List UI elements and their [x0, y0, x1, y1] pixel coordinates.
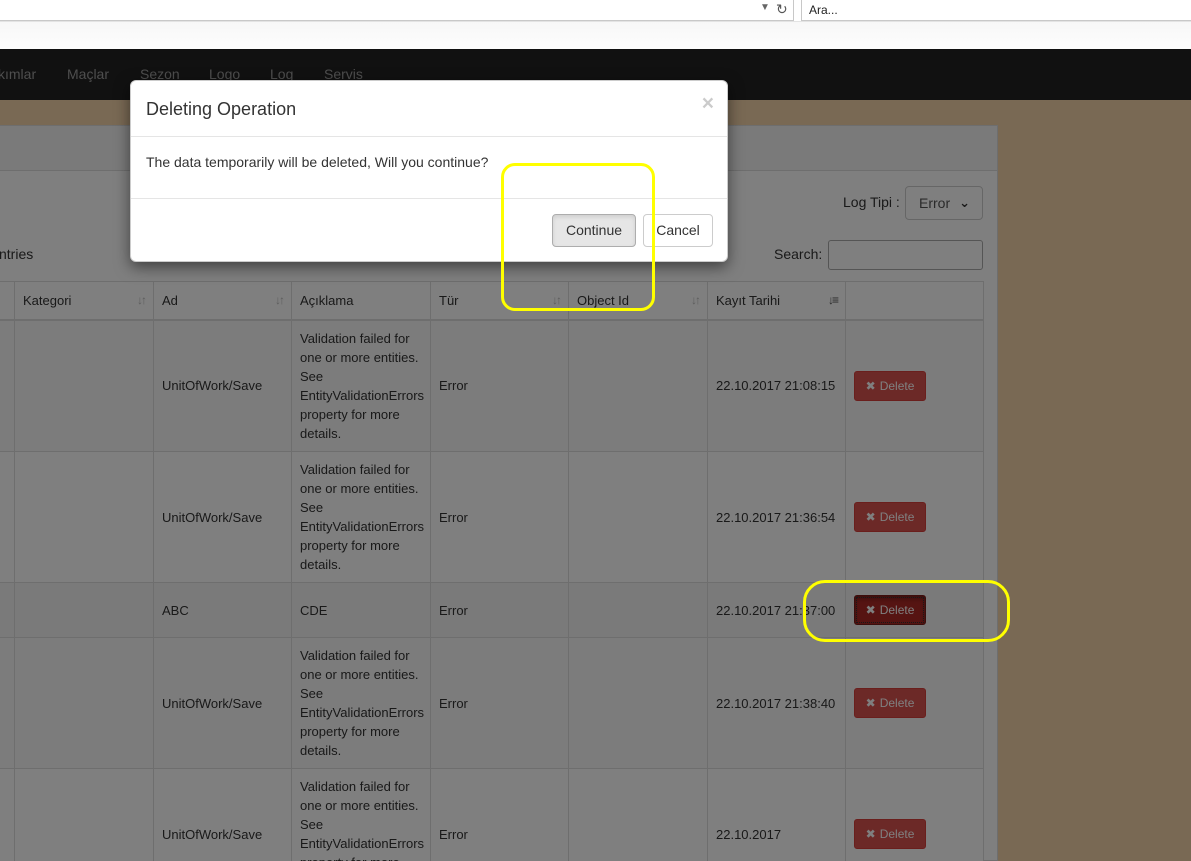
browser-search-field[interactable]: Ara...: [801, 0, 1191, 21]
browser-tab-strip: [0, 22, 1191, 49]
highlight-continue-annotation: [501, 163, 655, 311]
reload-icon[interactable]: ↻: [776, 1, 788, 18]
modal-header: Deleting Operation ×: [131, 81, 727, 137]
modal-title: Deleting Operation: [146, 99, 297, 119]
address-bar[interactable]: [0, 0, 794, 21]
highlight-delete-annotation: [803, 580, 1010, 642]
close-icon[interactable]: ×: [702, 93, 714, 114]
url-dropdown-icon[interactable]: ▼: [760, 2, 770, 13]
modal-message: The data temporarily will be deleted, Wi…: [146, 154, 489, 170]
browser-toolbar: ▼ ↻ Ara...: [0, 0, 1191, 22]
